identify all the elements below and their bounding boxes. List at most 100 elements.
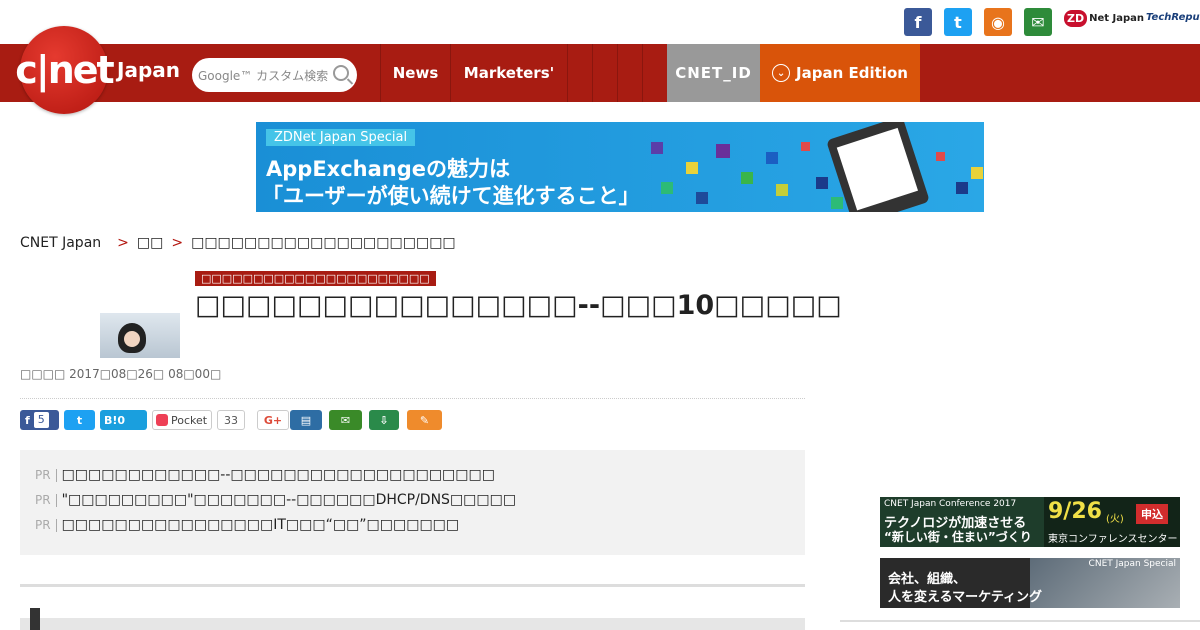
thumbnail-face: [124, 331, 140, 347]
banner-headline-1: AppExchangeの魅力は: [266, 157, 511, 181]
decor-square: [831, 197, 843, 209]
decor-square: [776, 184, 788, 196]
pr-link[interactable]: PR □□□□□□□□□□□□□□□□IT□□□“□□”□□□□□□□: [35, 517, 459, 533]
nav-japan-edition[interactable]: ⌄ Japan Edition: [760, 44, 920, 102]
special-ad-line-2: 人を変えるマーケティング: [888, 590, 1043, 605]
content-section-bar: [20, 618, 805, 630]
decor-square: [741, 172, 753, 184]
pr-tag: PR: [35, 493, 57, 507]
conference-day: (火): [1106, 514, 1124, 525]
ad-banner[interactable]: ZDNet Japan Special AppExchangeの魅力は 「ユーザ…: [256, 122, 984, 212]
breadcrumb-level-2[interactable]: □□□□□□□□□□□□□□□□□□□□: [191, 235, 456, 251]
section-divider: [20, 584, 805, 587]
nav-item-blank-1[interactable]: [567, 44, 592, 102]
zdnet-label: Net Japan: [1089, 13, 1145, 24]
breadcrumb-separator: >: [117, 235, 129, 251]
logo-japan-label[interactable]: Japan: [117, 58, 180, 82]
pocket-label: Pocket: [171, 413, 208, 427]
facebook-share-button[interactable]: f 5: [20, 410, 59, 430]
decor-square: [696, 192, 708, 204]
decor-square: [766, 152, 778, 164]
pr-tag: PR: [35, 468, 57, 482]
clip-button[interactable]: ✎: [407, 410, 442, 430]
conference-apply-button[interactable]: 申込: [1136, 504, 1168, 524]
special-ad-line-1: 会社、組織、: [888, 572, 967, 587]
mail-icon[interactable]: ✉: [1024, 8, 1052, 36]
decor-square: [686, 162, 698, 174]
download-button[interactable]: ⇩: [369, 410, 399, 430]
conference-ad-date-panel: 9/26 (火) 申込 東京コンファレンスセンター: [1044, 497, 1180, 547]
pocket-icon: [156, 414, 168, 426]
print-icon: ▤: [300, 413, 312, 427]
tablet-screen: [836, 127, 919, 211]
conference-ad-line-2: “新しい街・住まい”づくり: [884, 530, 1032, 544]
clip-icon: ✎: [419, 413, 430, 427]
nav-news[interactable]: News: [380, 44, 450, 102]
decor-square: [651, 142, 663, 154]
divider: [20, 398, 805, 399]
pocket-button[interactable]: Pocket: [152, 410, 212, 430]
nav-marketers[interactable]: Marketers': [450, 44, 567, 102]
facebook-icon[interactable]: f: [904, 8, 932, 36]
cnet-logo[interactable]: c|net: [15, 26, 115, 114]
twitter-share-button[interactable]: t: [64, 410, 95, 430]
article-meta: □□□□ 2017□08□26□ 08□00□: [20, 367, 222, 381]
decor-square: [661, 182, 673, 194]
mail-share-button[interactable]: ✉: [329, 410, 362, 430]
zdnet-link[interactable]: ZD Net Japan: [1064, 10, 1144, 27]
pr-tag: PR: [35, 518, 57, 532]
pr-link[interactable]: PR □□□□□□□□□□□□--□□□□□□□□□□□□□□□□□□□□: [35, 467, 495, 483]
decor-square: [801, 142, 810, 151]
conference-date: 9/26: [1048, 499, 1102, 524]
nav-cnet-id[interactable]: CNET_ID: [667, 44, 760, 102]
page-title: □□□□□□□□□□□□□□□--□□□10□□□□□: [195, 290, 842, 321]
decor-square: [816, 177, 828, 189]
breadcrumb-home[interactable]: CNET Japan: [20, 235, 101, 251]
search-input[interactable]: Google™ カスタム検索: [198, 67, 328, 84]
category-badge[interactable]: □□□□□□□□□□□□□□□□□□□□□□: [195, 271, 436, 286]
article-thumbnail: [100, 313, 180, 358]
hatena-bookmark-button[interactable]: B!0: [100, 410, 147, 430]
decor-square: [956, 182, 968, 194]
nav-item-blank-3[interactable]: [617, 44, 642, 102]
rss-icon[interactable]: ◉: [984, 8, 1012, 36]
search-icon[interactable]: [333, 65, 349, 81]
facebook-icon: f: [25, 413, 30, 427]
breadcrumb: CNET Japan > □□ > □□□□□□□□□□□□□□□□□□□□: [20, 235, 456, 251]
breadcrumb-separator: >: [171, 235, 184, 251]
decor-square: [936, 152, 945, 161]
nav-item-blank-2[interactable]: [592, 44, 617, 102]
banner-tag: ZDNet Japan Special: [266, 129, 416, 146]
mail-icon: ✉: [340, 413, 351, 427]
pr-link[interactable]: PR "□□□□□□□□□"□□□□□□□--□□□□□□DHCP/DNS□□□…: [35, 492, 516, 508]
section-marker: [30, 608, 40, 630]
twitter-icon: t: [76, 413, 83, 427]
breadcrumb-level-1[interactable]: □□: [137, 235, 163, 251]
conference-ad[interactable]: CNET Japan Conference 2017 テクノロジが加速させる “…: [880, 497, 1180, 547]
pr-link-text: □□□□□□□□□□□□--□□□□□□□□□□□□□□□□□□□□: [61, 467, 495, 483]
download-icon: ⇩: [379, 413, 389, 427]
chevron-down-icon: ⌄: [772, 64, 791, 82]
banner-headline-2: 「ユーザーが使い続けて進化すること」: [262, 184, 640, 208]
conference-venue: 東京コンファレンスセンター: [1048, 534, 1178, 545]
special-ad-label: CNET Japan Special: [1088, 559, 1176, 569]
search-box[interactable]: Google™ カスタム検索: [192, 58, 357, 92]
conference-ad-label: CNET Japan Conference 2017: [884, 499, 1017, 509]
marketing-special-ad[interactable]: CNET Japan Special 会社、組織、 人を変えるマーケティング: [880, 558, 1180, 608]
nav-item-blank-4[interactable]: [642, 44, 667, 102]
pocket-count: 33: [217, 410, 245, 430]
sidebar-divider: [840, 620, 1200, 622]
print-button[interactable]: ▤: [290, 410, 322, 430]
pr-link-text: □□□□□□□□□□□□□□□□IT□□□“□□”□□□□□□□: [61, 517, 460, 533]
facebook-share-count: 5: [33, 412, 49, 428]
decor-square: [716, 144, 730, 158]
japan-edition-label: Japan Edition: [796, 64, 908, 82]
techrepublic-link[interactable]: TechRepublic: [1146, 12, 1200, 23]
zdnet-logo-icon: ZD: [1064, 10, 1088, 27]
twitter-icon[interactable]: t: [944, 8, 972, 36]
pr-link-text: "□□□□□□□□□"□□□□□□□--□□□□□□DHCP/DNS□□□□□: [61, 492, 517, 508]
top-utility-bar: f t ◉ ✉ ZD Net Japan TechRepublic: [0, 0, 1200, 44]
pr-links-box: PR □□□□□□□□□□□□--□□□□□□□□□□□□□□□□□□□□ PR…: [20, 450, 805, 555]
decor-square: [971, 167, 983, 179]
google-plus-button[interactable]: G+: [257, 410, 289, 430]
